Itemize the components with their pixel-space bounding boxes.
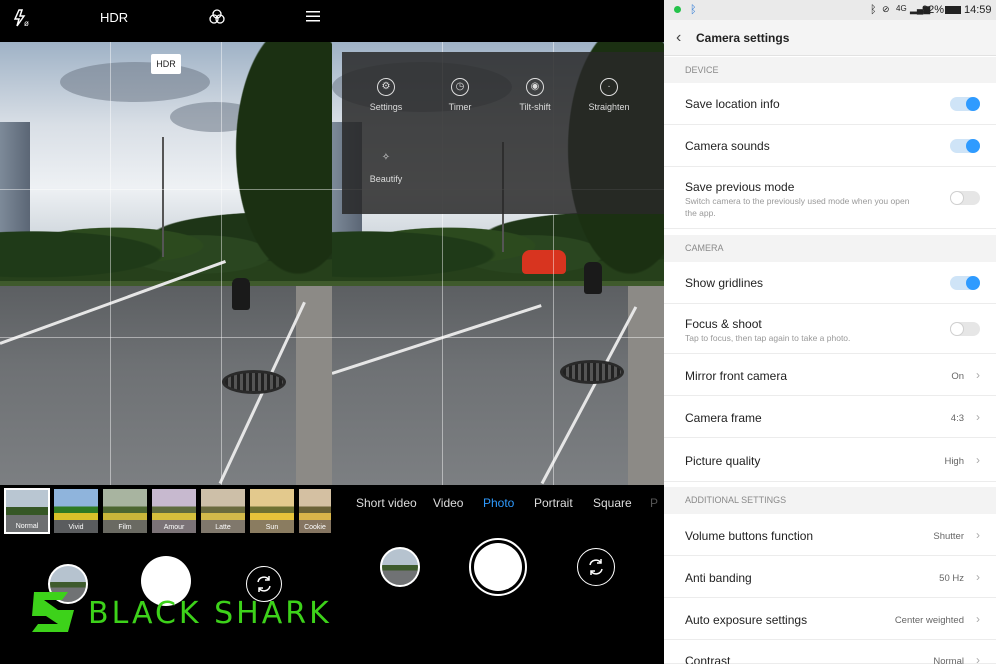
chevron-right-icon: › — [976, 570, 980, 584]
chevron-right-icon: › — [976, 410, 980, 424]
camera-settings-screen: ᛒ ᛒ ⊘ 4G ▂▄▆ 92% 14:59 ‹ Camera settings… — [664, 0, 996, 664]
network-label: 4G — [896, 4, 907, 13]
setting-volume-buttons[interactable]: Volume buttons function Shutter › — [664, 514, 996, 556]
sparkle-icon: ✧ — [381, 152, 391, 163]
mode-short-video[interactable]: Short video — [356, 496, 417, 510]
setting-camera-frame[interactable]: Camera frame 4:3 › — [664, 396, 996, 438]
setting-contrast[interactable]: Contrast Normal › — [664, 640, 996, 664]
camera-sounds-toggle[interactable] — [950, 139, 980, 153]
camera-top-bar: ø HDR — [0, 0, 332, 42]
viewfinder[interactable] — [0, 42, 332, 485]
setting-picture-quality[interactable]: Picture quality High › — [664, 438, 996, 482]
filter-vivid[interactable]: Vivid — [53, 488, 99, 534]
straighten-icon: · — [600, 78, 618, 96]
mode-video[interactable]: Video — [433, 496, 463, 510]
setting-auto-exposure[interactable]: Auto exposure settings Center weighted › — [664, 598, 996, 640]
bluetooth-icon: ᛒ — [870, 4, 877, 16]
hdr-badge: HDR — [151, 54, 181, 74]
chevron-right-icon: › — [976, 453, 980, 467]
flash-auto-icon[interactable]: ø — [12, 8, 32, 28]
switch-camera-icon — [257, 576, 271, 592]
hamburger-menu-icon[interactable] — [305, 8, 321, 28]
section-camera: CAMERA — [664, 235, 996, 262]
camera-filters-screen: ø HDR HDR Normal Vivid Film Amour Latte … — [0, 0, 332, 664]
chevron-right-icon: › — [976, 653, 980, 664]
filter-strip: Normal Vivid Film Amour Latte Sun Cookie — [0, 486, 332, 536]
back-arrow-icon[interactable]: ‹ — [676, 29, 681, 47]
mode-next-partial[interactable]: P — [650, 496, 658, 510]
mode-selector: Short video Video Photo Portrait Square … — [332, 496, 664, 516]
switch-camera-button[interactable] — [577, 548, 615, 586]
focus-shoot-toggle[interactable] — [950, 322, 980, 336]
menu-timer[interactable]: ◷ Timer — [430, 78, 490, 112]
setting-focus-shoot[interactable]: Focus & shoot Tap to focus, then tap aga… — [664, 304, 996, 354]
hdr-toggle[interactable]: HDR — [100, 8, 128, 28]
status-bar: ᛒ ᛒ ⊘ 4G ▂▄▆ 92% 14:59 — [664, 0, 996, 20]
camera-options-menu: ⚙ Settings ◷ Timer ◉ Tilt-shift · Straig… — [342, 52, 664, 214]
setting-anti-banding[interactable]: Anti banding 50 Hz › — [664, 556, 996, 598]
mode-portrait[interactable]: Portrait — [534, 496, 573, 510]
setting-show-gridlines[interactable]: Show gridlines — [664, 262, 996, 304]
filter-circles-icon[interactable] — [208, 8, 226, 28]
switch-camera-icon — [589, 559, 603, 575]
menu-settings[interactable]: ⚙ Settings — [356, 78, 416, 112]
clock-time: 14:59 — [964, 4, 992, 16]
page-title: Camera settings — [696, 31, 790, 45]
gridlines-toggle[interactable] — [950, 276, 980, 290]
setting-save-location[interactable]: Save location info — [664, 83, 996, 125]
filter-latte[interactable]: Latte — [200, 488, 246, 534]
setting-save-previous-mode[interactable]: Save previous mode Switch camera to the … — [664, 167, 996, 229]
notification-dot-icon — [674, 6, 681, 13]
camera-menu-screen: ⚙ Settings ◷ Timer ◉ Tilt-shift · Straig… — [332, 0, 664, 664]
battery-percent: 92% — [922, 4, 945, 16]
save-previous-mode-toggle[interactable] — [950, 191, 980, 205]
clock-icon: ◷ — [451, 78, 469, 96]
gear-icon: ⚙ — [377, 78, 395, 96]
filter-film[interactable]: Film — [102, 488, 148, 534]
setting-camera-sounds[interactable]: Camera sounds — [664, 125, 996, 167]
chevron-right-icon: › — [976, 612, 980, 626]
save-location-toggle[interactable] — [950, 97, 980, 111]
section-device: DEVICE — [664, 57, 996, 83]
section-additional: ADDITIONAL SETTINGS — [664, 487, 996, 514]
gallery-thumbnail[interactable] — [380, 547, 420, 587]
bluetooth-icon: ᛒ — [690, 4, 697, 16]
chevron-right-icon: › — [976, 528, 980, 542]
setting-mirror-front-camera[interactable]: Mirror front camera On › — [664, 354, 996, 396]
brand-text: BLACK SHARK — [88, 596, 332, 631]
settings-header: ‹ Camera settings — [664, 20, 996, 56]
black-shark-logo-icon — [32, 592, 74, 632]
menu-tilt-shift[interactable]: ◉ Tilt-shift — [505, 78, 565, 112]
battery-icon — [945, 6, 961, 14]
filter-sun[interactable]: Sun — [249, 488, 295, 534]
menu-straighten[interactable]: · Straighten — [579, 78, 639, 112]
svg-text:ø: ø — [24, 19, 29, 28]
shutter-core — [474, 543, 522, 591]
chevron-right-icon: › — [976, 368, 980, 382]
mute-icon: ⊘ — [882, 4, 890, 14]
filter-normal[interactable]: Normal — [4, 488, 50, 534]
mode-photo[interactable]: Photo — [483, 496, 514, 510]
brand-watermark: BLACK SHARK — [28, 588, 329, 638]
menu-beautify[interactable]: ✧ Beautify — [356, 150, 416, 184]
filter-amour[interactable]: Amour — [151, 488, 197, 534]
tilt-shift-icon: ◉ — [526, 78, 544, 96]
shutter-button[interactable] — [469, 538, 527, 596]
filter-cookie[interactable]: Cookie — [298, 488, 332, 534]
mode-square[interactable]: Square — [593, 496, 632, 510]
